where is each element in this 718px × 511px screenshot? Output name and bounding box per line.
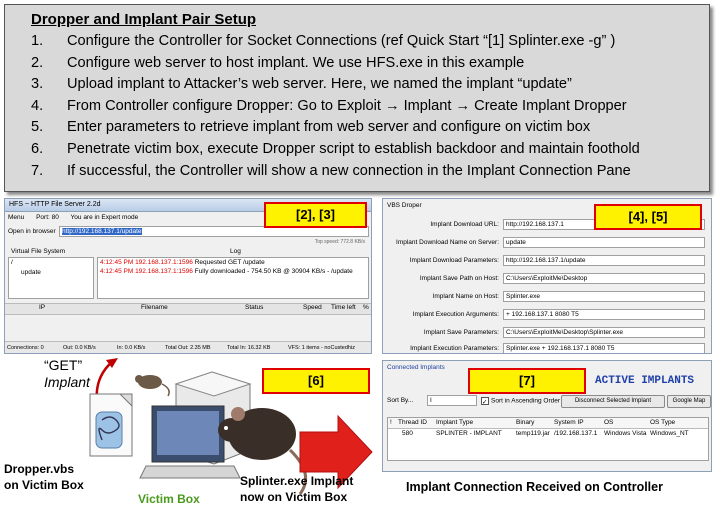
- exec-args-field[interactable]: + 192.168.137.1 8080 T5: [503, 309, 705, 320]
- download-params-label: Implant Download Parameters:: [409, 257, 499, 264]
- vfs-file-update[interactable]: update: [11, 268, 93, 278]
- implants-table-header: ! Thread ID Implant Type Binary System I…: [388, 418, 708, 429]
- splinter-caption-1: Splinter.exe Implant: [240, 474, 354, 488]
- col-filename[interactable]: Filename: [141, 304, 168, 311]
- open-in-browser-button[interactable]: Open in browser: [8, 228, 56, 235]
- col-percent[interactable]: %: [363, 304, 369, 311]
- log-pane: 4:12:45 PM 192.168.137.1:1596 Requested …: [97, 257, 369, 299]
- vbs-badge: [4], [5]: [594, 204, 702, 230]
- steps-title: Dropper and Implant Pair Setup: [31, 11, 257, 28]
- col-status[interactable]: Status: [245, 304, 263, 311]
- col-ip[interactable]: IP: [39, 304, 45, 311]
- dropper-caption-1: Dropper.vbs: [4, 462, 75, 476]
- dropper-scroll-icon: [89, 393, 133, 457]
- port-button[interactable]: Port: 80: [36, 214, 59, 221]
- active-implants-heading: ACTIVE IMPLANTS: [595, 375, 695, 387]
- save-path-label: Implant Save Path on Host:: [419, 275, 499, 282]
- steps-list: 1. Configure the Controller for Socket Co…: [5, 33, 705, 184]
- sort-select[interactable]: I: [427, 395, 477, 406]
- top-speed: Top speed: 772.8 KB/s: [314, 239, 365, 245]
- implant-name-field[interactable]: Splinter.exe: [503, 291, 705, 302]
- disconnect-button[interactable]: Disconnect Selected Implant: [561, 395, 665, 408]
- col-speed[interactable]: Speed: [303, 304, 322, 311]
- connected-implants-tab[interactable]: Connected Implants: [387, 364, 445, 371]
- expert-mode-button[interactable]: You are in Expert mode: [71, 214, 139, 221]
- small-rat-icon: [135, 375, 170, 397]
- exec-args-label: Implant Execution Arguments:: [412, 311, 499, 318]
- download-params-field[interactable]: http://192.168.137.1/update: [503, 255, 705, 266]
- save-params-field[interactable]: C:\Users\ExploitMe\Desktop\Splinter.exe: [503, 327, 705, 338]
- step-item: 2. Configure web server to host implant. …: [31, 54, 525, 71]
- splinter-caption-2: now on Victim Box: [240, 490, 348, 504]
- step-item: 4. From Controller configure Dropper: Go …: [31, 97, 627, 114]
- vfs-root[interactable]: /: [11, 258, 93, 268]
- step-item: 3. Upload implant to Attacker’s web serve…: [31, 76, 572, 93]
- exec-params-field[interactable]: Splinter.exe + 192.168.137.1 8080 T5: [503, 343, 705, 353]
- download-name-field[interactable]: update: [503, 237, 705, 248]
- dropper-caption-2: on Victim Box: [4, 478, 84, 492]
- sort-by-label: Sort By...: [387, 397, 414, 404]
- ascending-checkbox[interactable]: ✓ Sort in Ascending Order: [481, 397, 560, 406]
- exec-params-label: Implant Execution Parameters:: [410, 345, 499, 352]
- implants-caption: Implant Connection Received on Controlle…: [406, 480, 663, 494]
- step-item: 5. Enter parameters to retrieve implant f…: [31, 119, 591, 136]
- checkbox-icon: ✓: [481, 397, 489, 406]
- table-row[interactable]: 580 SPLINTER - IMPLANT temp119.jar /192.…: [388, 429, 708, 439]
- hfs-statusbar: Connections: 0 Out: 0.0 KB/s In: 0.0 KB/…: [5, 341, 371, 353]
- hfs-toolbar: Menu Port: 80 You are in Expert mode: [8, 214, 138, 221]
- save-params-label: Implant Save Parameters:: [423, 329, 499, 336]
- col-time-left[interactable]: Time left: [331, 304, 356, 311]
- step-item: 6. Penetrate victim box, execute Dropper …: [31, 140, 640, 157]
- implants-badge: [7]: [468, 368, 586, 394]
- connections-header: IP Filename Status Speed Time left %: [5, 303, 371, 315]
- download-name-label: Implant Download Name on Server:: [396, 239, 499, 246]
- victim-badge: [6]: [262, 368, 370, 394]
- victim-box-label: Victim Box: [138, 492, 200, 506]
- vfs-tree[interactable]: / update: [8, 257, 94, 299]
- log-label: Log: [230, 248, 241, 255]
- log-line: 4:12:45 PM 192.168.137.1:1596 Requested …: [100, 259, 265, 266]
- hfs-badge: [2], [3]: [264, 202, 367, 228]
- implant-name-label: Implant Name on Host:: [432, 293, 499, 300]
- step-item: 7. If successful, the Controller will sho…: [31, 162, 631, 179]
- vbs-title: VBS Droper: [387, 202, 422, 209]
- menu-button[interactable]: Menu: [8, 214, 24, 221]
- save-path-field[interactable]: C:\Users\ExploitMe\Desktop: [503, 273, 705, 284]
- step-item: 1. Configure the Controller for Socket Co…: [31, 33, 616, 49]
- implants-table: ! Thread ID Implant Type Binary System I…: [387, 417, 709, 461]
- log-line: 4:12:45 PM 192.168.137.1:1596 Fully down…: [100, 268, 353, 275]
- steps-panel: Dropper and Implant Pair Setup 1. Configu…: [4, 4, 710, 192]
- download-url-label: Implant Download URL:: [430, 221, 499, 228]
- vfs-label: Virtual File System: [11, 248, 66, 255]
- google-map-button[interactable]: Google Map: [667, 395, 711, 408]
